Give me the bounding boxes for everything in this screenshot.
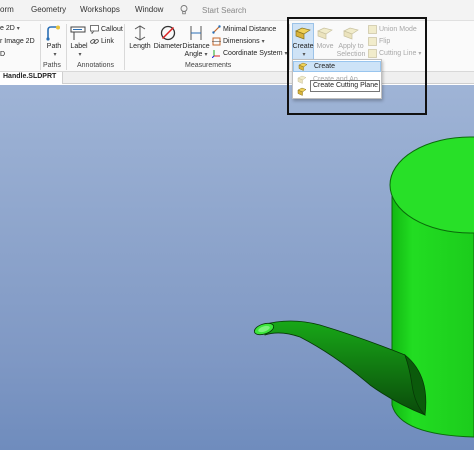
lightbulb-icon	[180, 5, 188, 15]
3d-label: D	[0, 51, 6, 58]
callout-icon	[90, 25, 99, 34]
search-placeholder: Start Search	[202, 5, 247, 15]
coordinate-system-label: Coordinate System	[223, 50, 283, 57]
distance-angle-icon	[186, 24, 206, 42]
diameter-button[interactable]: Diameter	[153, 24, 183, 51]
path-button[interactable]: Path ▾	[44, 24, 64, 59]
color-image-2d-label: r Image 2D	[0, 38, 35, 45]
path-icon	[44, 24, 64, 42]
link-button[interactable]: Link	[90, 37, 114, 46]
search-box[interactable]: Start Search	[180, 3, 246, 17]
dimensions-label: Dimensions	[223, 38, 260, 45]
label-icon	[69, 24, 89, 42]
minimal-distance-label: Minimal Distance	[223, 26, 277, 33]
color-image-2d-button[interactable]: r Image 2D	[0, 38, 35, 45]
chevron-down-icon: ▾	[16, 26, 20, 32]
separator	[124, 24, 125, 70]
link-label: Link	[101, 38, 114, 45]
coordinate-system-button[interactable]: Coordinate System ▾	[212, 49, 288, 58]
diameter-icon	[158, 24, 178, 42]
label-button[interactable]: Label ▾	[69, 24, 89, 59]
link-icon	[90, 37, 99, 46]
3d-viewport[interactable]	[0, 85, 474, 450]
separator	[40, 24, 41, 70]
callout-label: Callout	[101, 26, 123, 33]
length-label: Length	[129, 43, 151, 50]
image-2d-button[interactable]: e 2D ▾	[0, 25, 20, 32]
chevron-down-icon: ▾	[53, 52, 57, 58]
menu-item-workshops[interactable]: Workshops	[80, 5, 120, 14]
diameter-label: Diameter	[153, 43, 183, 50]
menu-item-geometry[interactable]: Geometry	[31, 5, 66, 14]
3d-button[interactable]: D	[0, 51, 5, 58]
chevron-down-icon: ▾	[78, 52, 82, 58]
minimal-distance-button[interactable]: Minimal Distance	[212, 25, 276, 34]
dimensions-icon	[212, 37, 221, 46]
distance-angle-button[interactable]: Distance Angle ▾	[182, 24, 210, 59]
chevron-down-icon: ▾	[204, 52, 208, 58]
label-button-label: Label	[70, 43, 88, 50]
callout-button[interactable]: Callout	[90, 25, 123, 34]
length-button[interactable]: Length	[128, 24, 152, 51]
path-label: Path	[46, 43, 62, 50]
group-label-measurements: Measurements	[185, 62, 232, 69]
3d-model	[253, 136, 474, 438]
separator	[66, 24, 67, 70]
image-2d-label: e 2D	[0, 25, 15, 32]
minimal-distance-icon	[212, 25, 221, 34]
distance-label: Distance	[182, 43, 210, 50]
menu-item-window[interactable]: Window	[135, 5, 163, 14]
coordinate-system-icon	[212, 49, 221, 58]
group-label-paths: Paths	[43, 62, 61, 69]
highlight-box	[287, 17, 427, 115]
chevron-down-icon: ▾	[261, 39, 265, 45]
dimensions-button[interactable]: Dimensions ▾	[212, 37, 265, 46]
document-tab[interactable]: Handle.SLDPRT	[0, 72, 64, 84]
group-label-annotations: Annotations	[77, 62, 114, 69]
length-icon	[130, 24, 150, 42]
menu-item-form[interactable]: orm	[0, 5, 14, 14]
angle-label: Angle	[184, 51, 203, 58]
